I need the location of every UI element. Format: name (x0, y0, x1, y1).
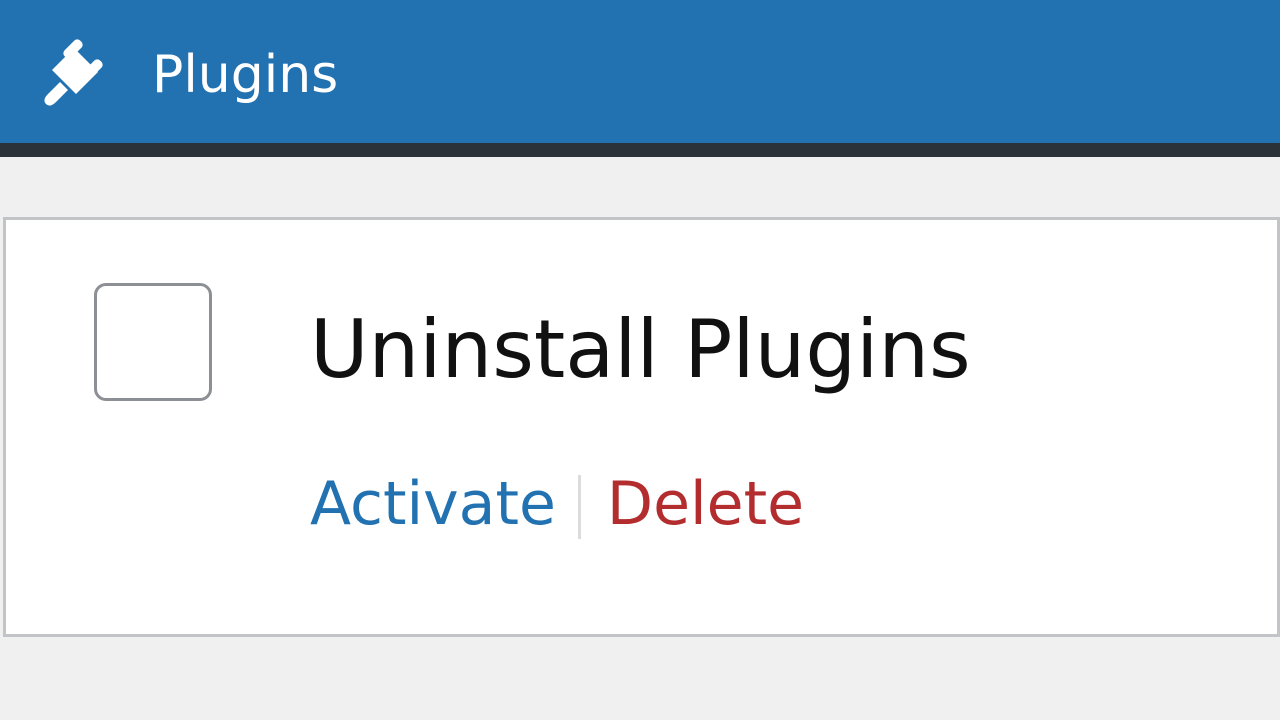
plugin-row-actions: Activate Delete (310, 464, 804, 544)
plugin-select-checkbox[interactable] (94, 283, 212, 401)
action-separator (577, 475, 581, 539)
admin-header: Plugins (0, 0, 1280, 143)
plugin-row: Uninstall Plugins Activate Delete (3, 217, 1280, 637)
plugin-name: Uninstall Plugins (310, 303, 971, 396)
delete-link[interactable]: Delete (607, 464, 804, 544)
activate-link[interactable]: Activate (310, 464, 556, 544)
header-divider (0, 143, 1280, 157)
page-title: Plugins (152, 45, 339, 105)
plug-icon (38, 36, 112, 108)
